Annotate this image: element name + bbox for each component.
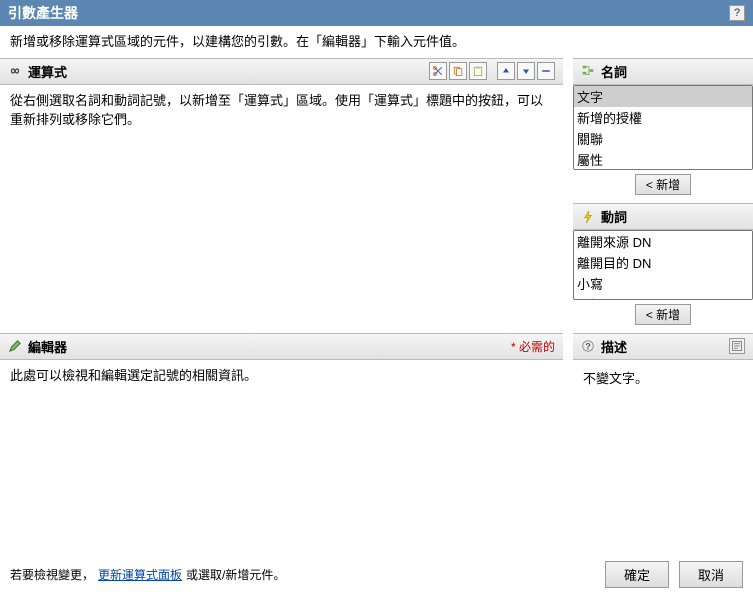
move-down-button[interactable] <box>517 62 535 80</box>
paste-button[interactable] <box>469 62 487 80</box>
expression-body: 從右側選取名詞和動詞記號，以新增至「運算式」區域。使用「運算式」標題中的按鈕，可… <box>0 85 563 136</box>
window-title: 引數產生器 <box>8 3 78 23</box>
footer-hint-prefix: 若要檢視變更， <box>10 566 94 583</box>
infinity-icon <box>8 64 22 78</box>
refresh-expression-link[interactable]: 更新運算式面板 <box>98 566 182 583</box>
description-edit-icon[interactable] <box>729 338 745 354</box>
verbs-listbox[interactable]: 離開來源 DN離開目的 DN小寫剖析 DN <box>573 230 753 299</box>
lightning-icon <box>581 210 595 224</box>
svg-text:?: ? <box>585 342 590 352</box>
verbs-add-button[interactable]: < 新增 <box>635 304 691 325</box>
cancel-button[interactable]: 取消 <box>679 561 743 588</box>
footer-bar: 若要檢視變更， 更新運算式面板 或選取/新增元件。 確定 取消 <box>0 555 753 594</box>
copy-button[interactable] <box>449 62 467 80</box>
pencil-icon <box>8 339 22 353</box>
cut-button[interactable] <box>429 62 447 80</box>
expression-toolbar <box>429 62 555 80</box>
verbs-header-label: 動詞 <box>601 207 627 226</box>
nouns-header: 名詞 <box>573 58 753 85</box>
nouns-header-label: 名詞 <box>601 62 627 81</box>
list-item[interactable]: 新增的授權 <box>574 107 752 128</box>
editor-body: 此處可以檢視和編輯選定記號的相關資訊。 <box>0 360 563 392</box>
remove-button[interactable] <box>537 62 555 80</box>
list-item[interactable]: 離開目的 DN <box>574 252 752 273</box>
list-item[interactable]: 屬性 <box>574 149 752 170</box>
list-item[interactable]: 小寫 <box>574 273 752 294</box>
ok-button[interactable]: 確定 <box>605 561 669 588</box>
description-body: 不變文字。 <box>573 360 753 395</box>
description-header: ? 描述 <box>573 333 753 360</box>
question-icon: ? <box>581 339 595 353</box>
nouns-listbox[interactable]: 文字新增的授權關聯屬性類別名稱 <box>573 85 753 171</box>
nouns-add-button[interactable]: < 新增 <box>635 174 691 195</box>
verbs-header: 動詞 <box>573 203 753 230</box>
titlebar: 引數產生器 ? <box>0 0 753 26</box>
expression-header: 運算式 <box>0 58 563 85</box>
list-item[interactable]: 關聯 <box>574 128 752 149</box>
footer-hint-suffix: 或選取/新增元件。 <box>186 566 285 583</box>
editor-header: 編輯器 * 必需的 <box>0 333 563 360</box>
list-item[interactable]: 文字 <box>574 86 752 107</box>
help-icon[interactable]: ? <box>729 5 745 21</box>
tree-icon <box>581 64 595 78</box>
list-item[interactable]: 離開來源 DN <box>574 231 752 252</box>
description-header-label: 描述 <box>601 337 627 356</box>
editor-header-label: 編輯器 <box>28 337 67 356</box>
move-up-button[interactable] <box>497 62 515 80</box>
expression-header-label: 運算式 <box>28 62 67 81</box>
editor-required-label: * 必需的 <box>511 338 555 355</box>
intro-text: 新增或移除運算式區域的元件，以建構您的引數。在「編輯器」下輸入元件值。 <box>0 26 753 58</box>
